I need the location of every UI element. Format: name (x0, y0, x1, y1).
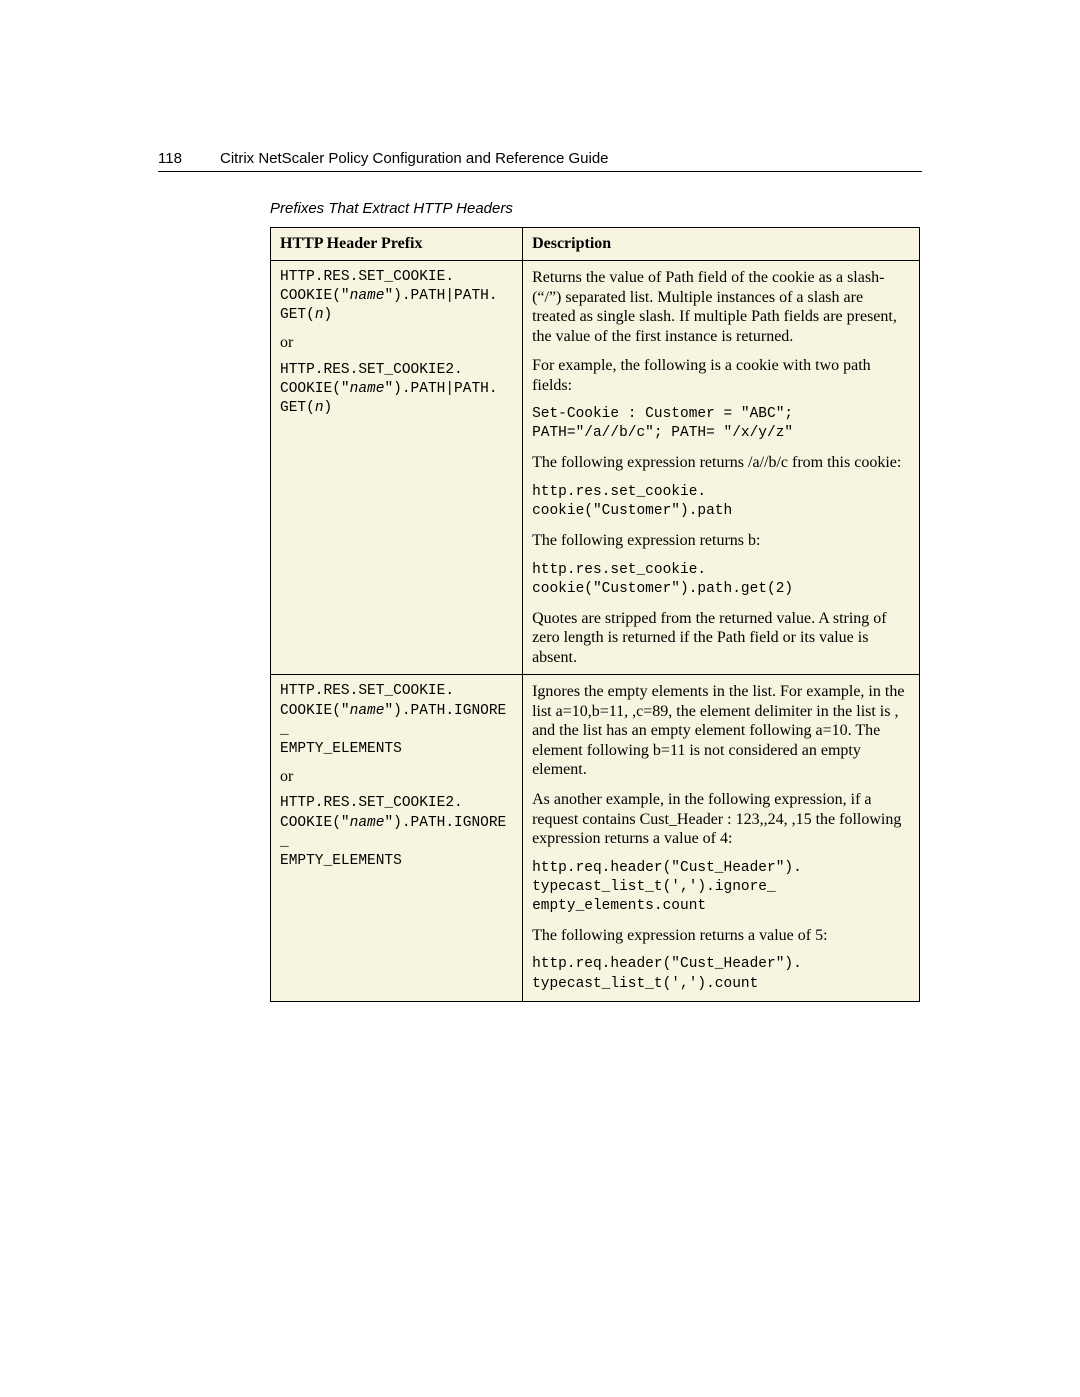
code-line: http.res.set_cookie. (532, 561, 910, 580)
desc-text: The following expression returns a value… (532, 926, 910, 946)
page-header: 118 Citrix NetScaler Policy Configuratio… (158, 150, 922, 172)
desc-text: As another example, in the following exp… (532, 790, 910, 849)
code-line: http.req.header("Cust_Header"). (532, 955, 910, 974)
code-line: COOKIE("name").PATH|PATH. (280, 380, 513, 399)
code-line: HTTP.RES.SET_COOKIE2. (280, 794, 513, 813)
code-line: empty_elements.count (532, 897, 910, 916)
code-block: HTTP.RES.SET_COOKIE2. COOKIE("name").PAT… (280, 361, 513, 418)
code-line: COOKIE("name").PATH.IGNORE_ (280, 702, 513, 740)
code-line: GET(n) (280, 306, 513, 325)
code-line: typecast_list_t(',').count (532, 975, 910, 994)
code-line: HTTP.RES.SET_COOKIE. (280, 682, 513, 701)
col-header-prefix: HTTP Header Prefix (271, 228, 523, 261)
code-line: HTTP.RES.SET_COOKIE. (280, 268, 513, 287)
code-line: Set-Cookie : Customer = "ABC"; (532, 405, 910, 424)
code-block: http.res.set_cookie. cookie("Customer").… (532, 483, 910, 521)
page-content: 118 Citrix NetScaler Policy Configuratio… (0, 0, 1080, 1062)
code-block: http.req.header("Cust_Header"). typecast… (532, 859, 910, 916)
desc-text: The following expression returns /a//b/c… (532, 453, 910, 473)
code-line: EMPTY_ELEMENTS (280, 852, 513, 871)
code-line: EMPTY_ELEMENTS (280, 740, 513, 759)
or-separator: or (280, 767, 513, 787)
code-line: COOKIE("name").PATH|PATH. (280, 287, 513, 306)
cell-prefix: HTTP.RES.SET_COOKIE. COOKIE("name").PATH… (271, 675, 523, 1001)
desc-text: Ignores the empty elements in the list. … (532, 682, 910, 780)
doc-title: Citrix NetScaler Policy Configuration an… (220, 150, 609, 167)
cell-prefix: HTTP.RES.SET_COOKIE. COOKIE("name").PATH… (271, 261, 523, 675)
table-header-row: HTTP Header Prefix Description (271, 228, 920, 261)
code-line: http.res.set_cookie. (532, 483, 910, 502)
code-line: HTTP.RES.SET_COOKIE2. (280, 361, 513, 380)
code-line: cookie("Customer").path.get(2) (532, 580, 910, 599)
http-header-prefix-table: HTTP Header Prefix Description HTTP.RES.… (270, 227, 920, 1002)
cell-description: Ignores the empty elements in the list. … (523, 675, 920, 1001)
table-caption: Prefixes That Extract HTTP Headers (270, 200, 922, 217)
code-block: HTTP.RES.SET_COOKIE. COOKIE("name").PATH… (280, 268, 513, 325)
col-header-description: Description (523, 228, 920, 261)
code-line: PATH="/a//b/c"; PATH= "/x/y/z" (532, 424, 910, 443)
code-line: COOKIE("name").PATH.IGNORE_ (280, 814, 513, 852)
desc-text: For example, the following is a cookie w… (532, 356, 910, 395)
code-line: http.req.header("Cust_Header"). (532, 859, 910, 878)
or-separator: or (280, 333, 513, 353)
code-block: HTTP.RES.SET_COOKIE. COOKIE("name").PATH… (280, 682, 513, 759)
code-block: Set-Cookie : Customer = "ABC"; PATH="/a/… (532, 405, 910, 443)
table-row: HTTP.RES.SET_COOKIE. COOKIE("name").PATH… (271, 675, 920, 1001)
code-block: HTTP.RES.SET_COOKIE2. COOKIE("name").PAT… (280, 794, 513, 871)
code-line: cookie("Customer").path (532, 502, 910, 521)
code-block: http.req.header("Cust_Header"). typecast… (532, 955, 910, 993)
table-row: HTTP.RES.SET_COOKIE. COOKIE("name").PATH… (271, 261, 920, 675)
code-line: typecast_list_t(',').ignore_ (532, 878, 910, 897)
page-number: 118 (158, 150, 198, 167)
desc-text: The following expression returns b: (532, 531, 910, 551)
desc-text: Returns the value of Path field of the c… (532, 268, 910, 346)
desc-text: Quotes are stripped from the returned va… (532, 609, 910, 668)
cell-description: Returns the value of Path field of the c… (523, 261, 920, 675)
code-line: GET(n) (280, 399, 513, 418)
code-block: http.res.set_cookie. cookie("Customer").… (532, 561, 910, 599)
